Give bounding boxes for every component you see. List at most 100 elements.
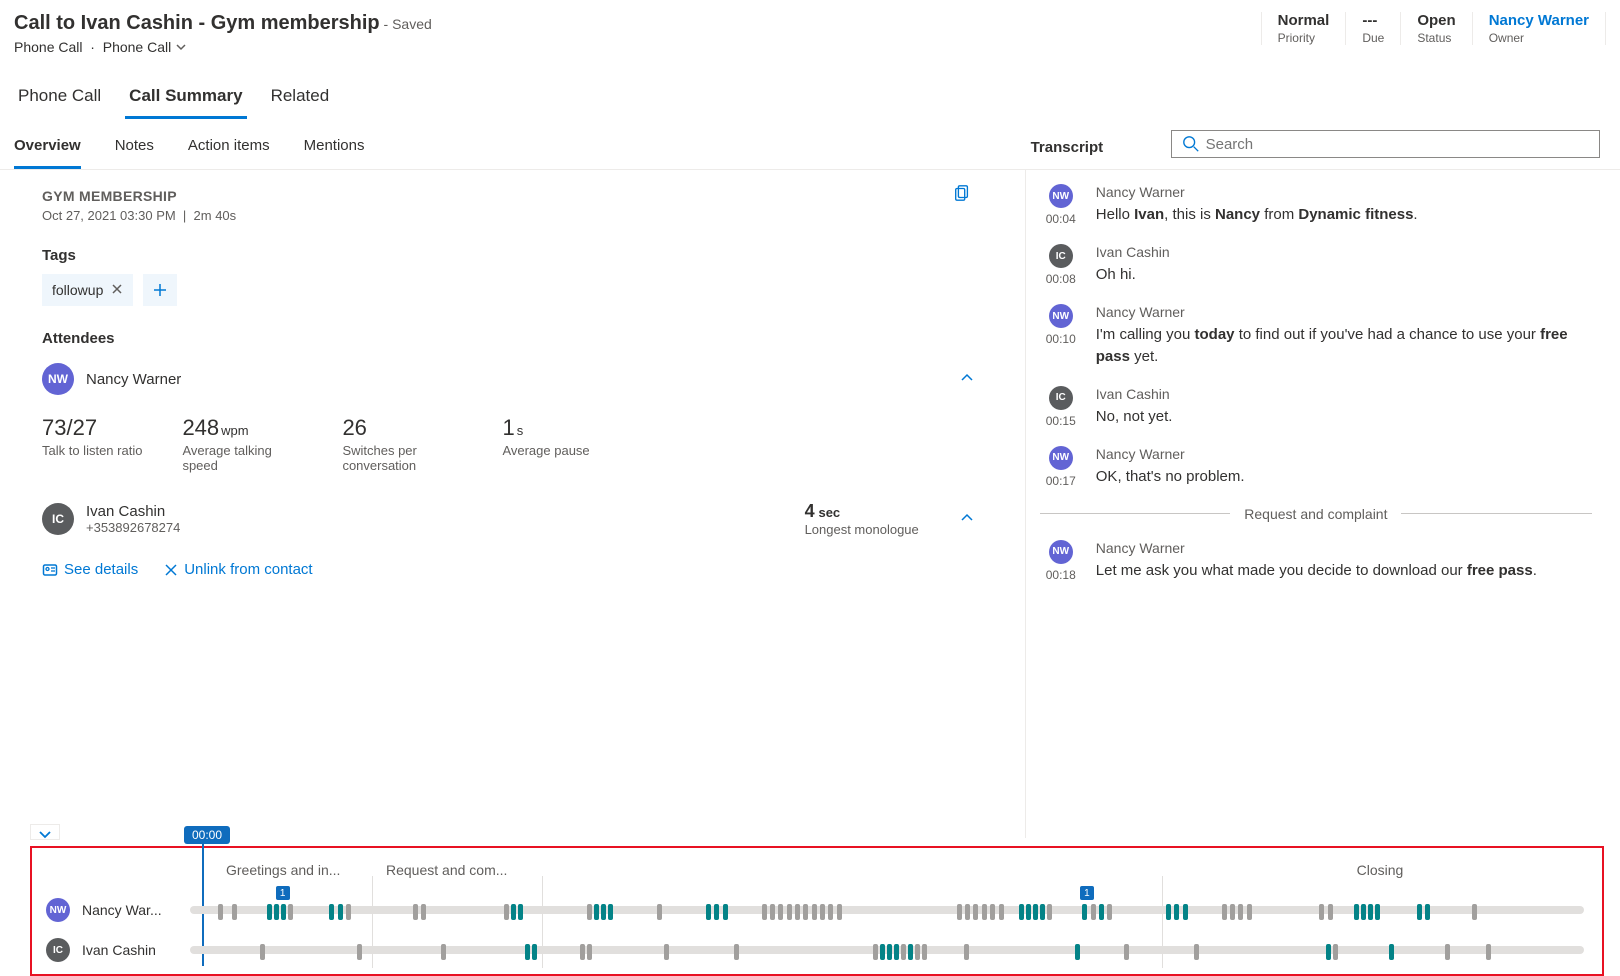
timeline-segment-label: Greetings and in... bbox=[226, 858, 386, 882]
chevron-down-icon[interactable] bbox=[175, 40, 187, 56]
timeline-tick bbox=[441, 944, 446, 960]
transcript-entry[interactable]: NW 00:17 Nancy Warner OK, that's no prob… bbox=[1040, 446, 1592, 488]
avatar: NW bbox=[1049, 304, 1073, 328]
avatar: NW bbox=[1049, 446, 1073, 470]
tags-heading: Tags bbox=[42, 247, 975, 264]
stat-card: 248wpmAverage talking speed bbox=[182, 415, 302, 473]
tab-related[interactable]: Related bbox=[267, 82, 334, 119]
timeline-tick bbox=[714, 904, 719, 920]
tab-phone-call[interactable]: Phone Call bbox=[14, 82, 105, 119]
timeline-tick bbox=[873, 944, 878, 960]
subtab-mentions[interactable]: Mentions bbox=[304, 137, 365, 169]
timeline-tick bbox=[1091, 904, 1096, 920]
attendee-row[interactable]: IC Ivan Cashin +353892678274 bbox=[42, 503, 180, 535]
timeline-tick bbox=[532, 944, 537, 960]
timeline-tick bbox=[887, 944, 892, 960]
timeline-tick bbox=[901, 944, 906, 960]
timeline-tick bbox=[504, 904, 509, 920]
transcript-speaker: Nancy Warner bbox=[1096, 446, 1592, 462]
attendee-phone: +353892678274 bbox=[86, 520, 180, 535]
add-tag-button[interactable] bbox=[143, 274, 177, 306]
timeline-marker[interactable]: 1 bbox=[276, 886, 290, 900]
timeline-tick bbox=[1328, 904, 1333, 920]
timeline-tick bbox=[1174, 904, 1179, 920]
timeline-tick bbox=[608, 904, 613, 920]
chevron-up-icon[interactable] bbox=[959, 510, 975, 529]
call-meta: Oct 27, 2021 03:30 PM | 2m 40s bbox=[42, 208, 975, 223]
entity-breadcrumb[interactable]: Phone Call · Phone Call bbox=[14, 39, 432, 56]
header-status-priority[interactable]: NormalPriority bbox=[1261, 12, 1347, 45]
header-status-due[interactable]: ---Due bbox=[1346, 12, 1401, 45]
timeline-tick bbox=[664, 944, 669, 960]
header-status-owner[interactable]: Nancy WarnerOwner bbox=[1473, 12, 1606, 45]
avatar: NW bbox=[42, 363, 74, 395]
timeline-tick bbox=[1375, 904, 1380, 920]
timeline-tick bbox=[1417, 904, 1422, 920]
transcript-time: 00:10 bbox=[1046, 332, 1076, 346]
expand-panel-button[interactable] bbox=[30, 824, 60, 840]
timeline-tick bbox=[990, 904, 995, 920]
playhead-time: 00:00 bbox=[184, 826, 230, 844]
timeline-tick bbox=[329, 904, 334, 920]
timeline-tick bbox=[762, 904, 767, 920]
timeline-tick bbox=[511, 904, 516, 920]
timeline-tick bbox=[587, 944, 592, 960]
timeline-tick bbox=[1183, 904, 1188, 920]
transcript-entry[interactable]: IC 00:08 Ivan Cashin Oh hi. bbox=[1040, 244, 1592, 286]
timeline-track[interactable]: 11 bbox=[190, 906, 1584, 914]
avatar: IC bbox=[46, 938, 70, 962]
transcript-entry[interactable]: NW 00:10 Nancy Warner I'm calling you to… bbox=[1040, 304, 1592, 368]
see-details-link[interactable]: See details bbox=[42, 561, 138, 578]
close-icon[interactable] bbox=[111, 282, 123, 298]
attendee-name: Nancy Warner bbox=[86, 371, 181, 388]
chevron-up-icon[interactable] bbox=[959, 370, 975, 389]
transcript-text: I'm calling you today to find out if you… bbox=[1096, 324, 1592, 368]
subtab-action-items[interactable]: Action items bbox=[188, 137, 270, 169]
timeline-tick bbox=[828, 904, 833, 920]
timeline-tick bbox=[706, 904, 711, 920]
segment-labels: Greetings and in...Request and com...Clo… bbox=[226, 858, 1584, 882]
subtab-notes[interactable]: Notes bbox=[115, 137, 154, 169]
stat-card: 73/27Talk to listen ratio bbox=[42, 415, 142, 473]
copy-icon[interactable] bbox=[953, 184, 971, 205]
timeline-tick bbox=[267, 904, 272, 920]
header-status-status[interactable]: OpenStatus bbox=[1401, 12, 1472, 45]
transcript-text: Let me ask you what made you decide to d… bbox=[1096, 560, 1592, 582]
attendee-row[interactable]: NW Nancy Warner bbox=[42, 363, 975, 395]
timeline-tick bbox=[413, 904, 418, 920]
timeline-tick bbox=[1238, 904, 1243, 920]
timeline-tick bbox=[657, 904, 662, 920]
secondary-row: OverviewNotesAction itemsMentions Transc… bbox=[0, 119, 1620, 170]
lane-name: Ivan Cashin bbox=[82, 942, 178, 958]
timeline-track[interactable] bbox=[190, 946, 1584, 954]
longest-monologue-stat: 4 sec Longest monologue bbox=[805, 501, 919, 537]
timeline-tick bbox=[894, 944, 899, 960]
timeline-segment-label: Request and com... bbox=[386, 858, 556, 882]
transcript-entry[interactable]: IC 00:15 Ivan Cashin No, not yet. bbox=[1040, 386, 1592, 428]
transcript-entry[interactable]: NW 00:18 Nancy Warner Let me ask you wha… bbox=[1040, 540, 1592, 582]
timeline-tick bbox=[1445, 944, 1450, 960]
timeline-marker[interactable]: 1 bbox=[1080, 886, 1094, 900]
call-timeline[interactable]: 00:00 Greetings and in...Request and com… bbox=[30, 846, 1604, 976]
timeline-lane: NWNancy War...11 bbox=[46, 890, 1584, 930]
tag-chip[interactable]: followup bbox=[42, 274, 133, 306]
timeline-tick bbox=[288, 904, 293, 920]
transcript-entry[interactable]: NW 00:04 Nancy Warner Hello Ivan, this i… bbox=[1040, 184, 1592, 226]
timeline-tick bbox=[1389, 944, 1394, 960]
timeline-tick bbox=[778, 904, 783, 920]
timeline-tick bbox=[421, 904, 426, 920]
timeline-tick bbox=[1326, 944, 1331, 960]
subtab-overview[interactable]: Overview bbox=[14, 137, 81, 169]
tab-call-summary[interactable]: Call Summary bbox=[125, 82, 246, 119]
unlink-contact-link[interactable]: Unlink from contact bbox=[164, 561, 312, 578]
timeline-tick bbox=[1222, 904, 1227, 920]
timeline-tick bbox=[587, 904, 592, 920]
transcript-text: OK, that's no problem. bbox=[1096, 466, 1592, 488]
timeline-tick bbox=[964, 944, 969, 960]
search-field[interactable] bbox=[1206, 136, 1589, 153]
timeline-tick bbox=[525, 944, 530, 960]
timeline-tick bbox=[812, 904, 817, 920]
attendees-heading: Attendees bbox=[42, 330, 975, 347]
search-input[interactable] bbox=[1171, 130, 1600, 158]
search-icon bbox=[1182, 135, 1200, 153]
